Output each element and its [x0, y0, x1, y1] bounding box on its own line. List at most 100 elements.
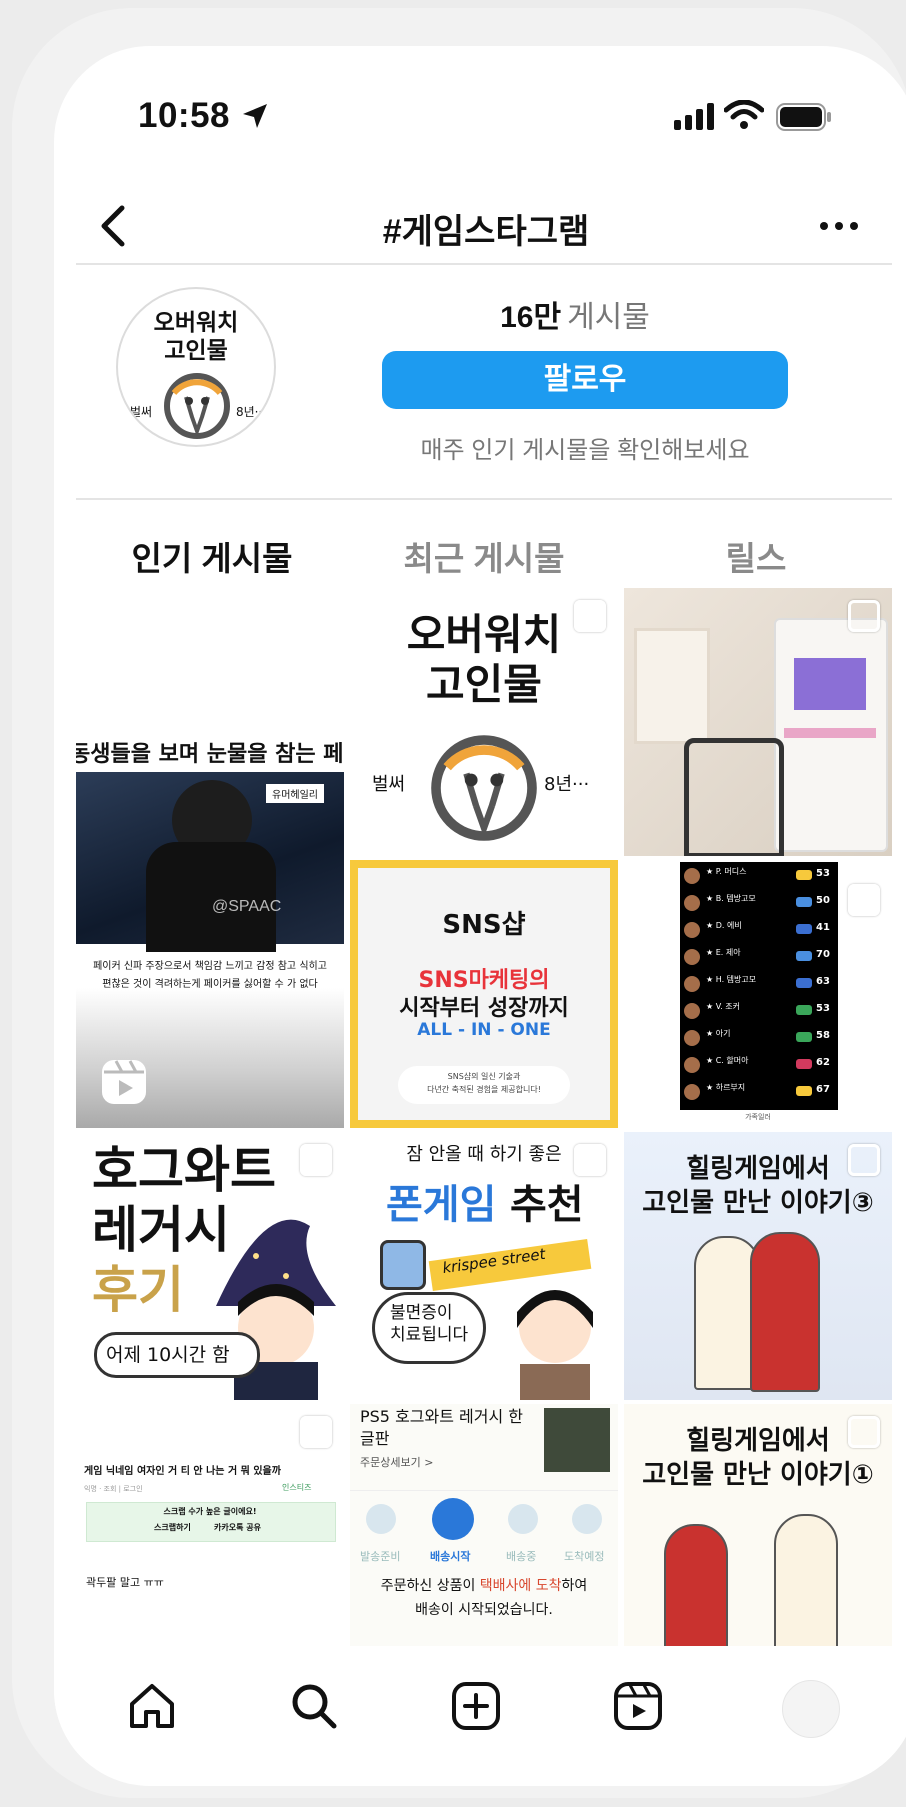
post-tile-shipping-status[interactable]: PS5 호그와트 레거시 한 글판 주문상세보기 > 발송준비 배송시작 배송중…: [350, 1404, 618, 1672]
ranking-name: ★ C. 할머아: [706, 1056, 749, 1065]
phonegame-title1: 폰게임: [386, 1182, 497, 1228]
create-post-icon[interactable]: [448, 1678, 504, 1734]
tab-reels[interactable]: 릴스: [620, 532, 892, 580]
profile-divider: [76, 498, 892, 500]
post-tile-community-post[interactable]: 게임 닉네임 여자인 거 티 안 나는 거 뭐 있을까 익명 · 조회 | 로그…: [76, 1404, 344, 1672]
ranking-row: ★ V. 조커 53: [684, 1001, 834, 1023]
community-meta: 익명 · 조회 | 로그인: [84, 1485, 143, 1493]
ranking-score: 63: [816, 976, 830, 987]
reel-watermark: @SPAAC: [212, 898, 282, 915]
post-count: 16만: [500, 301, 562, 334]
community-headline: 게임 닉네임 여자인 거 티 안 나는 거 뭐 있을까: [84, 1466, 281, 1477]
sns-note1: SNS샵의 일신 기술과: [447, 1072, 521, 1081]
multi-post-icon: [574, 1144, 606, 1176]
sns-line2: 시작부터 성장까지: [399, 996, 569, 1021]
reels-nav-icon[interactable]: [610, 1678, 666, 1734]
post-tile-healing-game-3[interactable]: 힐링게임에서 고인물 만난 이야기③: [624, 1132, 892, 1400]
ranking-footer: 가족일러: [745, 1113, 771, 1121]
community-comment: 곽두팔 말고 ㅠㅠ: [86, 1576, 164, 1589]
ranking-avatar: [684, 1057, 700, 1073]
post-tile-hogwarts-review[interactable]: 호그와트 레거시 후기 어제 10시간 함: [76, 1132, 344, 1400]
ranking-avatar: [684, 922, 700, 938]
multi-post-icon: [848, 1416, 880, 1448]
hogwarts-line1: 호그와트: [92, 1141, 276, 1199]
community-box1: 스크랩 수가 높은 글이에요!: [163, 1507, 257, 1516]
overwatch-left: 벌써: [372, 774, 406, 795]
sns-note2: 다년간 축적된 경험을 제공합니다!: [427, 1085, 541, 1094]
shipping-msg1c: 하여: [561, 1578, 588, 1594]
healing1-line2: 고인물 만난 이야기①: [642, 1460, 874, 1490]
post-count-label: 게시물: [567, 301, 650, 334]
ranking-avatar: [684, 949, 700, 965]
post-tile-overwatch[interactable]: 오버워치 고인물 벌써 8년···: [350, 588, 618, 856]
ranking-name: ★ V. 조커: [706, 1002, 740, 1011]
ranking-avatar: [684, 895, 700, 911]
battery-icon: [776, 103, 831, 131]
ranking-score: 41: [816, 922, 830, 933]
ranking-name: ★ B. 템방고모: [706, 894, 756, 903]
ranking-bar: [796, 978, 812, 988]
weekly-hint: 매주 인기 게시물을 확인해보세요: [420, 437, 750, 464]
ranking-row: ★ B. 템방고모 50: [684, 893, 834, 915]
ranking-score: 70: [816, 949, 830, 960]
sns-brand: SNS샵: [442, 910, 526, 940]
header-divider: [76, 263, 892, 265]
tab-recent-posts[interactable]: 최근 게시물: [348, 532, 620, 580]
post-tile-sns-shop-ad[interactable]: SNS샵 SNS마케팅의 시작부터 성장까지 ALL - IN - ONE SN…: [350, 860, 618, 1128]
ranking-score: 58: [816, 1030, 830, 1041]
post-tile-phone-games[interactable]: 잠 안올 때 하기 좋은 폰게임 추천 krispee street 불면증이 …: [350, 1132, 618, 1400]
ranking-bar: [796, 1032, 812, 1042]
community-kakao-share: 카카오톡 공유: [214, 1523, 261, 1532]
reel-subtext-line1: 페이커 신파 주장으로서 책임감 느끼고 감정 참고 식히고: [93, 961, 327, 972]
shipping-title: PS5 호그와트 레거시 한 글판: [360, 1407, 524, 1448]
home-icon[interactable]: [124, 1678, 180, 1734]
tab-top-posts[interactable]: 인기 게시물: [76, 532, 348, 580]
bottom-nav: [54, 1646, 906, 1766]
reel-photo: 유머헤일리 @SPAAC: [76, 772, 344, 952]
ranking-row: ★ 아기 58: [684, 1028, 834, 1050]
page-title: #게임스타그램: [382, 213, 590, 251]
shipping-step-transit: 배송중: [506, 1550, 537, 1563]
ranking-bar: [796, 924, 812, 934]
overwatch-logo-icon: [164, 373, 230, 439]
ranking-score: 53: [816, 868, 830, 879]
ranking-row: ★ P. 머디스 53: [684, 866, 834, 888]
shipping-step-eta: 도착예정: [564, 1550, 605, 1563]
reels-icon: [102, 1060, 146, 1104]
profile-avatar-nav[interactable]: [782, 1680, 840, 1738]
avatar-left-text: 벌써: [130, 405, 153, 419]
ranking-name: ★ D. 에비: [706, 921, 742, 930]
search-icon[interactable]: [286, 1678, 342, 1734]
post-tile-healing-game-1[interactable]: 힐링게임에서 고인물 만난 이야기①: [624, 1404, 892, 1672]
ranking-name: ★ E. 제아: [706, 948, 741, 957]
shipping-msg2: 배송이 시작되었습니다.: [415, 1602, 553, 1618]
follow-button[interactable]: 팔로우: [382, 351, 788, 409]
community-scrap: 스크랩하기: [154, 1523, 191, 1532]
ranking-row: ★ 하르부지 67: [684, 1082, 834, 1104]
ranking-row: ★ D. 에비 41: [684, 920, 834, 942]
shipping-step-start: 배송시작: [430, 1550, 471, 1563]
ranking-row: ★ C. 할머아 62: [684, 1055, 834, 1077]
ranking-row: ★ E. 제아 70: [684, 947, 834, 969]
overwatch-right: 8년···: [544, 774, 590, 795]
community-source: 인스티즈: [282, 1483, 312, 1492]
sleepy-girl-icon: [517, 1290, 593, 1400]
ranking-bar: [796, 897, 812, 907]
more-options-icon[interactable]: [814, 206, 864, 246]
screen: 10:58 #게임스타그램 오버워치 고인물 벌써 8년··· 16만 게시물 …: [54, 46, 906, 1786]
ranking-avatar: [684, 976, 700, 992]
post-tile-ranking-list[interactable]: ★ P. 머디스 53 ★ B. 템방고모 50 ★ D. 에비 41 ★ E. 제아 70 ★…: [624, 860, 892, 1128]
ranking-avatar: [684, 1030, 700, 1046]
avatar-text-line2: 고인물: [164, 338, 228, 364]
ranking-bar: [796, 1086, 812, 1096]
phonegame-title2: 추천: [510, 1182, 584, 1228]
overwatch-line2: 고인물: [426, 660, 542, 709]
post-tabs: 인기 게시물 최근 게시물 릴스: [76, 526, 892, 586]
shipping-msg1a: 주문하신 상품이: [380, 1578, 480, 1594]
post-tile-faker-reel[interactable]: 동생들을 보며 눈물을 참는 페이커 유머헤일리 @SPAAC 페이커 신파 주…: [76, 588, 344, 1128]
ranking-bar: [796, 1005, 812, 1015]
wifi-icon: [724, 100, 764, 129]
post-tile-arcade-room[interactable]: [624, 588, 892, 856]
multi-post-icon: [848, 1144, 880, 1176]
multi-post-icon: [574, 600, 606, 632]
